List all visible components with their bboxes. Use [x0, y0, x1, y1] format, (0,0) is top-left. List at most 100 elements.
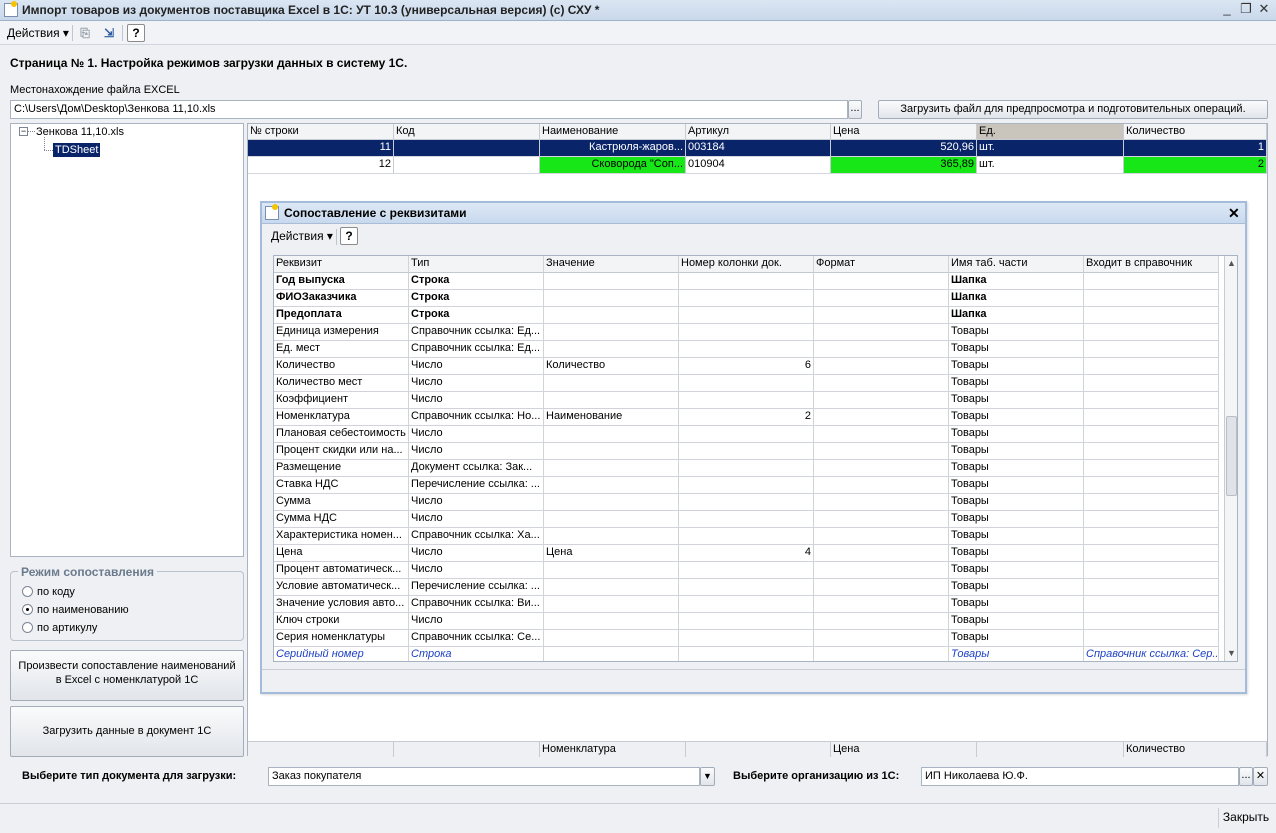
- table-row[interactable]: Единица измерения Справочник ссылка: Ед..…: [274, 324, 1237, 341]
- table-cell: [814, 375, 949, 392]
- scrollbar-thumb[interactable]: [1226, 416, 1237, 496]
- cell-code: [394, 157, 540, 174]
- collapse-icon[interactable]: −: [19, 127, 28, 136]
- help-icon[interactable]: ?: [340, 227, 358, 245]
- table-cell: [814, 392, 949, 409]
- cell-name: Кастрюля-жаров...: [540, 140, 686, 157]
- column-header[interactable]: Значение: [544, 256, 679, 273]
- radio-by-code[interactable]: [22, 586, 33, 597]
- column-header[interactable]: Имя таб. части: [949, 256, 1084, 273]
- organization-clear-icon[interactable]: ✕: [1253, 767, 1268, 786]
- column-header[interactable]: Входит в справочник: [1084, 256, 1219, 273]
- table-cell: Ед. мест: [274, 341, 409, 358]
- table-row[interactable]: Характеристика номен... Справочник ссылка…: [274, 528, 1237, 545]
- table-row[interactable]: Процент скидки или на... Число Товары: [274, 443, 1237, 460]
- paste-icon[interactable]: ⇲: [100, 24, 118, 42]
- table-cell: Товары: [949, 613, 1084, 630]
- column-header[interactable]: Код: [394, 124, 540, 140]
- column-header[interactable]: Реквизит: [274, 256, 409, 273]
- table-row[interactable]: Условие автоматическ... Перечисление ссыл…: [274, 579, 1237, 596]
- column-header[interactable]: Количество: [1124, 124, 1267, 140]
- table-row[interactable]: Цена Число Цена 4 Товары: [274, 545, 1237, 562]
- column-header[interactable]: № строки: [248, 124, 394, 140]
- table-row[interactable]: Ставка НДС Перечисление ссылка: ... Товары: [274, 477, 1237, 494]
- table-cell: Характеристика номен...: [274, 528, 409, 545]
- table-cell: [1084, 324, 1219, 341]
- organization-input[interactable]: ИП Николаева Ю.Ф.: [921, 767, 1239, 786]
- table-row[interactable]: Количество мест Число Товары: [274, 375, 1237, 392]
- column-header[interactable]: Наименование: [540, 124, 686, 140]
- table-row[interactable]: Серия номенклатуры Справочник ссылка: Се.…: [274, 630, 1237, 647]
- vertical-scrollbar[interactable]: ▲ ▼: [1224, 256, 1237, 661]
- tree-root-file[interactable]: Зенкова 11,10.xls: [36, 126, 124, 138]
- column-header[interactable]: Формат: [814, 256, 949, 273]
- table-cell: ФИОЗаказчика: [274, 290, 409, 307]
- table-cell: [814, 358, 949, 375]
- tree-sheet-item[interactable]: TDSheet: [53, 143, 101, 157]
- footer-cell: Номенклатура: [540, 741, 686, 757]
- actions-menu-button[interactable]: Действия ▾: [2, 24, 74, 42]
- load-file-button[interactable]: Загрузить файл для предпросмотра и подго…: [878, 100, 1268, 119]
- table-row[interactable]: Сумма Число Товары: [274, 494, 1237, 511]
- table-row[interactable]: Значение условия авто... Справочник ссылк…: [274, 596, 1237, 613]
- column-header[interactable]: Цена: [831, 124, 977, 140]
- radio-by-article[interactable]: [22, 622, 33, 633]
- table-row[interactable]: Сумма НДС Число Товары: [274, 511, 1237, 528]
- table-cell: Строка: [409, 647, 544, 661]
- table-row[interactable]: Плановая себестоимость Число Товары: [274, 426, 1237, 443]
- table-cell: [1084, 426, 1219, 443]
- table-cell: Размещение: [274, 460, 409, 477]
- table-row[interactable]: Коэффициент Число Товары: [274, 392, 1237, 409]
- close-icon[interactable]: ✕: [1256, 2, 1272, 17]
- table-cell: [1084, 358, 1219, 375]
- browse-button[interactable]: ...: [848, 100, 862, 119]
- table-cell: [544, 477, 679, 494]
- table-row[interactable]: Предоплата Строка Шапка: [274, 307, 1237, 324]
- radio-by-code-label[interactable]: по коду: [37, 586, 75, 598]
- table-cell: [679, 630, 814, 647]
- table-cell: [1084, 630, 1219, 647]
- table-row[interactable]: Процент автоматическ... Число Товары: [274, 562, 1237, 579]
- table-row[interactable]: 12 Сковорода "Соп... 010904 365,89 шт. 2: [248, 157, 1267, 174]
- table-row[interactable]: Ключ строки Число Товары: [274, 613, 1237, 630]
- column-header[interactable]: Ед.: [977, 124, 1124, 140]
- table-row[interactable]: Год выпуска Строка Шапка: [274, 273, 1237, 290]
- separator: [1218, 808, 1219, 828]
- minimize-icon[interactable]: _: [1219, 2, 1235, 17]
- doc-type-dropdown-icon[interactable]: ▼: [700, 767, 715, 786]
- table-row[interactable]: 11 Кастрюля-жаров... 003184 520,96 шт. 1: [248, 140, 1267, 157]
- help-icon[interactable]: ?: [127, 24, 145, 42]
- table-row[interactable]: ФИОЗаказчика Строка Шапка: [274, 290, 1237, 307]
- doc-type-select[interactable]: Заказ покупателя: [268, 767, 700, 786]
- restore-icon[interactable]: ❐: [1238, 2, 1254, 17]
- table-cell: [544, 528, 679, 545]
- footer-cell: Количество: [1124, 741, 1267, 757]
- table-cell: [814, 528, 949, 545]
- column-header[interactable]: Тип: [409, 256, 544, 273]
- scroll-up-icon[interactable]: ▲: [1226, 257, 1237, 269]
- close-icon[interactable]: ✕: [1228, 205, 1240, 222]
- table-row[interactable]: Серийный номер Строка Товары Справочник ссы…: [274, 647, 1237, 661]
- match-names-button[interactable]: Произвести сопоставление наименований в …: [10, 650, 244, 701]
- column-header[interactable]: Номер колонки док.: [679, 256, 814, 273]
- radio-by-name[interactable]: [22, 604, 33, 615]
- close-button[interactable]: Закрыть: [1222, 808, 1270, 828]
- table-cell: Число: [409, 511, 544, 528]
- table-row[interactable]: Количество Число Количество 6 Товары: [274, 358, 1237, 375]
- table-cell: Условие автоматическ...: [274, 579, 409, 596]
- column-header[interactable]: Артикул: [686, 124, 831, 140]
- scroll-down-icon[interactable]: ▼: [1226, 647, 1237, 659]
- radio-by-article-label[interactable]: по артикулу: [37, 622, 97, 634]
- file-path-input[interactable]: C:\Users\Дом\Desktop\Зенкова 11,10.xls: [10, 100, 848, 119]
- table-row[interactable]: Ед. мест Справочник ссылка: Ед... Товары: [274, 341, 1237, 358]
- radio-by-name-label[interactable]: по наименованию: [37, 604, 129, 616]
- table-row[interactable]: Размещение Документ ссылка: Зак... Товары: [274, 460, 1237, 477]
- dialog-actions-menu-button[interactable]: Действия ▾: [266, 227, 338, 245]
- copy-icon[interactable]: ⎘: [76, 24, 94, 42]
- load-to-document-button[interactable]: Загрузить данные в документ 1С: [10, 706, 244, 757]
- table-cell: Строка: [409, 290, 544, 307]
- table-cell: Число: [409, 392, 544, 409]
- organization-browse-button[interactable]: ...: [1239, 767, 1253, 786]
- table-row[interactable]: Номенклатура Справочник ссылка: Но... Наим…: [274, 409, 1237, 426]
- table-cell: [544, 630, 679, 647]
